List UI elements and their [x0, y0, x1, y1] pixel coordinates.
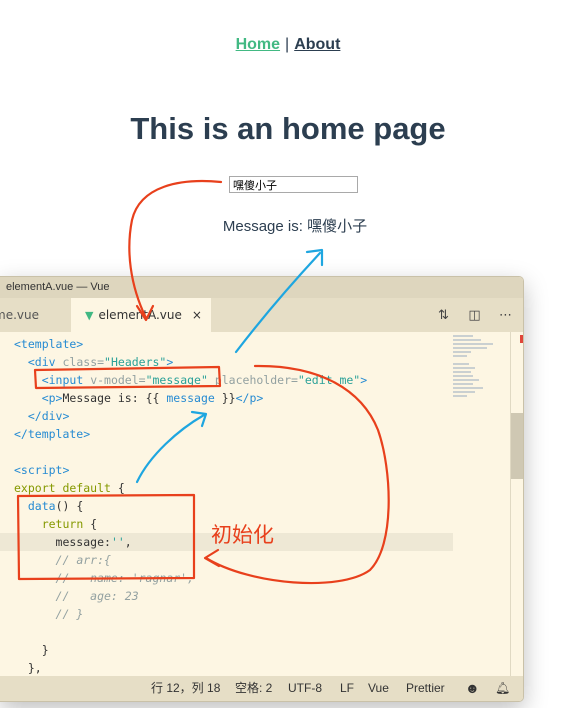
- code-line: </div>: [27, 409, 70, 423]
- nav-bar: Home | About: [0, 36, 576, 54]
- code-editor-window: elementA.vue — Vue me.vue ▼ elementA.vue ×…: [0, 276, 524, 702]
- code-area[interactable]: <template> <div class="Headers"> <input …: [0, 335, 453, 675]
- status-indent[interactable]: 空格: 2: [235, 676, 272, 701]
- page-title: This is an home page: [130, 111, 446, 146]
- annotation-initialize-label: 初始化: [211, 523, 274, 547]
- status-cursor-position[interactable]: 行 12，列 18: [151, 676, 220, 701]
- minimap[interactable]: [453, 335, 511, 405]
- code-line: data() {: [27, 499, 84, 513]
- nav-link-about[interactable]: About: [294, 36, 340, 53]
- blue-arrowhead-2: [305, 248, 324, 267]
- code-line: },: [14, 661, 42, 675]
- code-line: </template>: [14, 427, 91, 441]
- status-language[interactable]: Vue: [368, 676, 389, 701]
- status-bar: 行 12，列 18 空格: 2 UTF-8 LF Vue Prettier ☻ …: [0, 676, 523, 701]
- code-line: }: [14, 643, 49, 657]
- code-line: <input v-model="message" placeholder="ed…: [41, 373, 368, 387]
- message-input[interactable]: [229, 176, 358, 193]
- nav-link-home[interactable]: Home: [236, 36, 280, 53]
- tab-label: me.vue: [0, 308, 39, 322]
- more-icon[interactable]: ⋯: [496, 298, 515, 332]
- overview-ruler-marker: [520, 335, 523, 343]
- message-label: Message is:: [222, 218, 303, 235]
- tab-elementa-vue[interactable]: ▼ elementA.vue ×: [71, 298, 211, 332]
- window-title: elementA.vue — Vue: [0, 277, 523, 298]
- nav-separator: |: [285, 36, 290, 53]
- code-line: // age: 23: [55, 589, 139, 603]
- editor-actions: ⇅ ◫ ⋯: [422, 298, 515, 332]
- bell-icon[interactable]: 🔔︎: [495, 676, 510, 701]
- message-value: 嘿傻小子: [307, 218, 368, 235]
- scrollbar-thumb[interactable]: [511, 413, 523, 479]
- code-line: <p>Message is: {{ message }}</p>: [41, 391, 264, 405]
- status-encoding[interactable]: UTF-8: [288, 676, 322, 701]
- tab-label: elementA.vue: [98, 308, 182, 322]
- code-line: <template>: [14, 337, 84, 351]
- code-line: <script>: [14, 463, 70, 477]
- git-compare-icon[interactable]: ⇅: [434, 298, 453, 332]
- split-editor-icon[interactable]: ◫: [465, 298, 484, 332]
- feedback-smiley-icon[interactable]: ☻: [465, 676, 480, 701]
- tab-home-vue[interactable]: me.vue: [0, 298, 74, 332]
- status-eol[interactable]: LF: [340, 676, 354, 701]
- code-line: <div class="Headers">: [27, 355, 174, 369]
- status-formatter[interactable]: Prettier: [406, 676, 445, 701]
- code-line: export default {: [14, 481, 125, 495]
- tab-bar: me.vue ▼ elementA.vue × ⇅ ◫ ⋯: [0, 298, 523, 332]
- scroll-track: [510, 332, 523, 680]
- code-line: // }: [55, 607, 84, 621]
- code-line: // arr:{: [55, 553, 111, 567]
- close-icon[interactable]: ×: [192, 308, 202, 322]
- message-display: Message is: 嘿傻小子: [0, 215, 576, 236]
- code-line: // name: 'ragnar',: [55, 571, 195, 585]
- vue-file-icon: ▼: [85, 309, 94, 322]
